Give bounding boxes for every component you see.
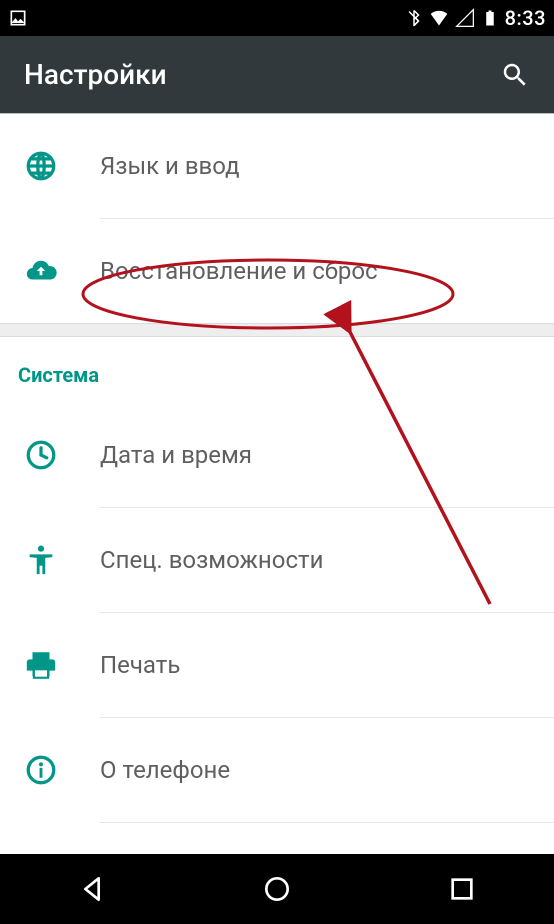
search-icon[interactable] xyxy=(500,60,530,90)
row-about-phone[interactable]: О телефоне xyxy=(0,718,554,822)
row-language-input[interactable]: Язык и ввод xyxy=(0,114,554,218)
row-backup-reset[interactable]: Восстановление и сброс xyxy=(0,219,554,323)
navigation-bar xyxy=(0,854,554,924)
row-date-time[interactable]: Дата и время xyxy=(0,403,554,507)
cloud-upload-icon xyxy=(24,254,58,288)
status-time: 8:33 xyxy=(505,6,546,30)
row-reset-label: Восстановление и сброс xyxy=(100,257,554,285)
bluetooth-icon xyxy=(405,9,423,27)
battery-icon xyxy=(481,9,499,27)
info-icon xyxy=(24,753,58,787)
back-icon[interactable] xyxy=(76,873,108,905)
status-right: 8:33 xyxy=(405,6,546,30)
settings-list: Язык и ввод Восстановление и сброс Систе… xyxy=(0,114,554,823)
status-left xyxy=(8,8,28,28)
printer-icon xyxy=(24,648,58,682)
home-icon[interactable] xyxy=(261,873,293,905)
globe-icon xyxy=(24,149,58,183)
page-title: Настройки xyxy=(24,58,167,91)
accessibility-icon xyxy=(24,543,58,577)
section-gap xyxy=(0,323,554,337)
section-header-system: Система xyxy=(0,337,554,403)
row-datetime-label: Дата и время xyxy=(100,441,554,469)
row-about-label: О телефоне xyxy=(100,756,554,784)
wifi-icon xyxy=(429,8,449,28)
image-icon xyxy=(8,8,28,28)
clock-icon xyxy=(24,438,58,472)
recent-apps-icon[interactable] xyxy=(446,873,478,905)
status-bar: 8:33 xyxy=(0,0,554,36)
row-print-label: Печать xyxy=(100,651,554,679)
row-language-label: Язык и ввод xyxy=(100,152,554,180)
row-accessibility-label: Спец. возможности xyxy=(100,546,554,574)
row-accessibility[interactable]: Спец. возможности xyxy=(0,508,554,612)
divider xyxy=(100,822,554,823)
app-bar: Настройки xyxy=(0,36,554,114)
row-print[interactable]: Печать xyxy=(0,613,554,717)
cell-signal-icon xyxy=(455,8,475,28)
